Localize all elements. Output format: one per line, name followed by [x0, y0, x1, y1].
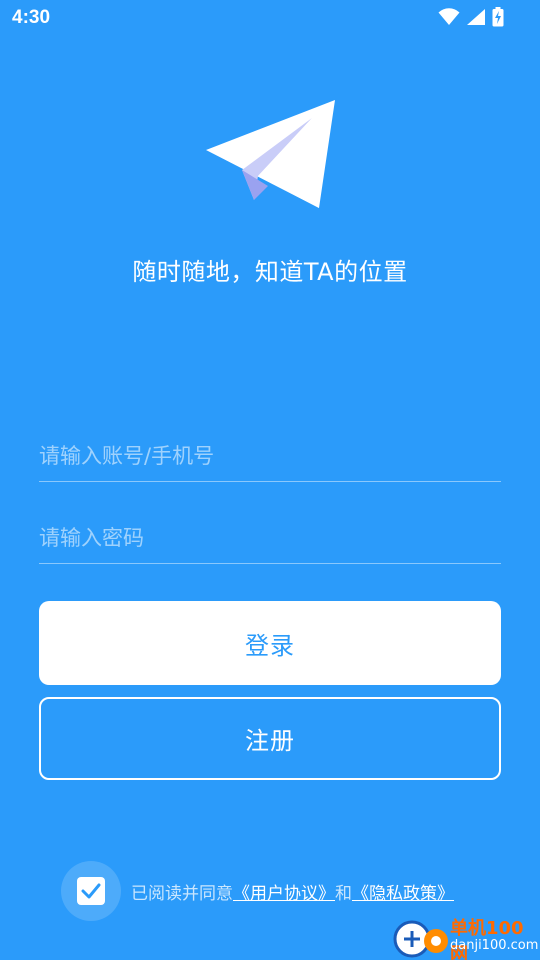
user-agreement-link[interactable]: 《用户协议》: [233, 884, 335, 904]
watermark-logo-icon: [393, 920, 448, 958]
account-input[interactable]: [39, 430, 501, 481]
signal-icon: [467, 9, 485, 25]
agreement-checkbox[interactable]: [61, 861, 121, 921]
account-field[interactable]: [39, 430, 501, 482]
check-icon: [81, 883, 101, 899]
password-field[interactable]: [39, 512, 501, 564]
register-button[interactable]: 注册: [39, 697, 501, 780]
agreement-prefix: 已阅读并同意: [131, 883, 233, 904]
password-input[interactable]: [39, 512, 501, 563]
agreement-and: 和: [335, 883, 352, 904]
battery-charging-icon: [492, 7, 504, 27]
checkbox-box[interactable]: [77, 877, 105, 905]
watermark-title: 单机100网: [450, 918, 524, 960]
privacy-policy-link[interactable]: 《隐私政策》: [352, 884, 454, 904]
watermark: 单机100网 danji100.com: [392, 912, 540, 960]
agreement-text: 已阅读并同意《用户协议》和《隐私政策》: [131, 879, 454, 904]
wifi-icon: [438, 8, 460, 25]
slogan: 随时随地，知道TA的位置: [132, 258, 408, 286]
paper-plane-icon: [206, 100, 335, 208]
status-icons: [438, 7, 504, 27]
status-time: 4:30: [12, 7, 51, 28]
watermark-domain: danji100.com: [450, 938, 539, 953]
login-button[interactable]: 登录: [39, 601, 501, 685]
status-bar: 4:30: [0, 0, 540, 36]
